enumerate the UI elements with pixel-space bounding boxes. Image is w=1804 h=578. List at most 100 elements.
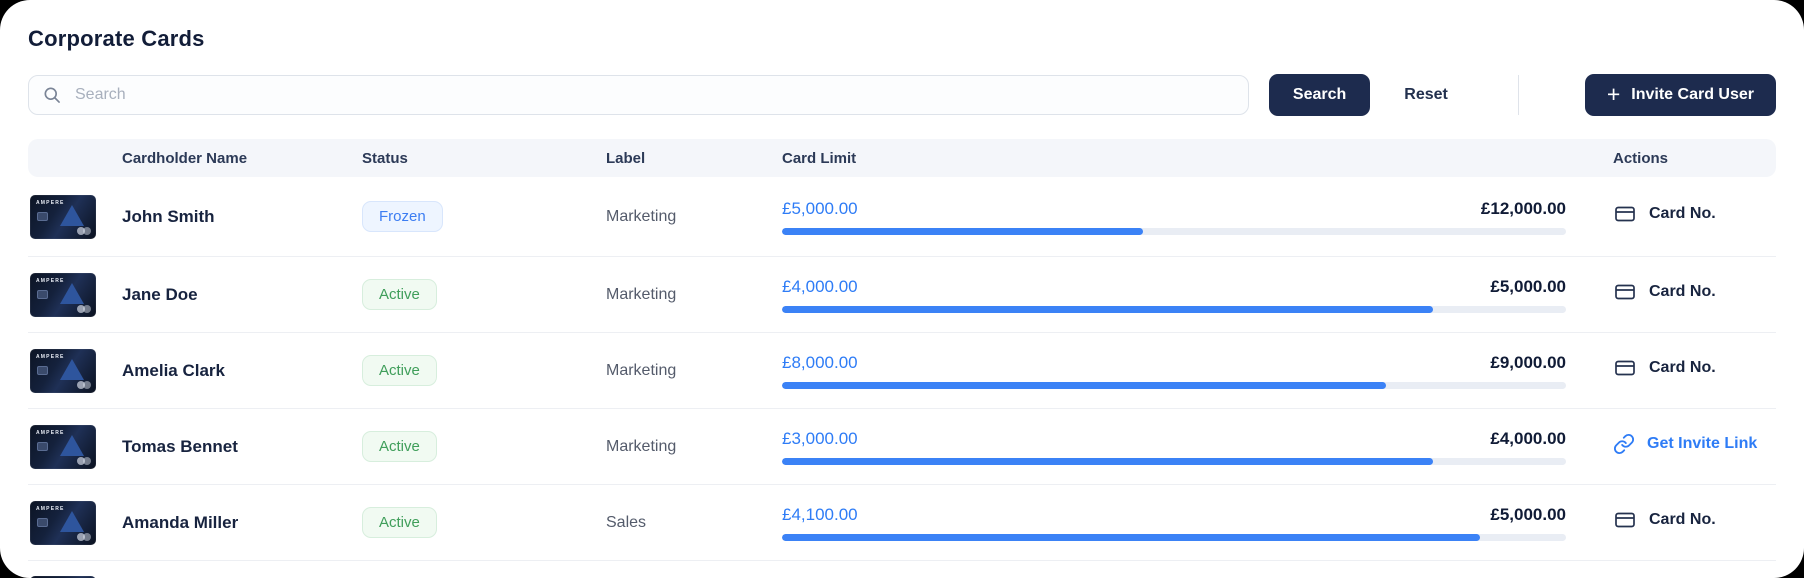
table-row: AMPERE Tomas Bennet Active Marketing £3,…	[28, 409, 1776, 485]
label-text: Marketing	[606, 286, 782, 304]
reset-button[interactable]: Reset	[1392, 74, 1460, 116]
table-row: AMPERE John Smith Frozen Marketing £5,00…	[28, 177, 1776, 257]
status-badge: Active	[362, 279, 437, 310]
card-logo-triangle	[60, 205, 84, 226]
row-action-label: Get Invite Link	[1647, 435, 1757, 453]
row-action-button[interactable]: Card No.	[1613, 202, 1716, 226]
credit-card-icon	[1613, 202, 1637, 226]
card-thumbnail: AMPERE	[30, 273, 96, 317]
card-limit-cell: £4,100.00 £5,000.00	[782, 505, 1566, 541]
card-network-logo	[77, 457, 91, 465]
limit-amounts: £4,100.00 £5,000.00	[782, 505, 1566, 525]
limit-progress-track	[782, 458, 1566, 465]
status-cell: Active	[362, 279, 606, 310]
limit-amounts: £5,000.00 £12,000.00	[782, 199, 1566, 219]
status-badge: Active	[362, 355, 437, 386]
limit-amounts: £4,000.00 £5,000.00	[782, 277, 1566, 297]
limit-progress-fill	[782, 306, 1433, 313]
card-network-logo	[77, 305, 91, 313]
amount-spent: £4,000.00	[782, 277, 858, 297]
credit-card-icon	[1613, 508, 1637, 532]
limit-progress-fill	[782, 534, 1480, 541]
status-badge: Frozen	[362, 201, 443, 232]
card-thumbnail-cell: AMPERE	[28, 501, 122, 545]
row-action-label: Card No.	[1649, 359, 1716, 377]
limit-progress-track	[782, 228, 1566, 235]
label-text: Sales	[606, 514, 782, 532]
row-action-button[interactable]: Card No.	[1613, 280, 1716, 304]
label-text: Marketing	[606, 208, 782, 226]
status-cell: Frozen	[362, 201, 606, 232]
row-action-label: Card No.	[1649, 205, 1716, 223]
limit-progress-fill	[782, 228, 1143, 235]
card-limit-amount: £5,000.00	[1490, 277, 1566, 297]
header-card-limit: Card Limit	[782, 150, 1566, 167]
search-input[interactable]	[28, 75, 1249, 115]
card-chip	[37, 366, 48, 375]
card-network-logo	[77, 227, 91, 235]
invite-link-icon	[1613, 433, 1635, 455]
card-logo-triangle	[60, 511, 84, 532]
page-title: Corporate Cards	[28, 0, 1776, 52]
row-action-button[interactable]: Card No.	[1613, 508, 1716, 532]
table-row: AMPERE Jane Doe Active Marketing £4,000.…	[28, 257, 1776, 333]
cardholder-name: Amanda Miller	[122, 513, 362, 533]
amount-spent: £3,000.00	[782, 429, 858, 449]
limit-progress-fill	[782, 382, 1386, 389]
card-logo-triangle	[60, 359, 84, 380]
credit-card-icon	[1613, 356, 1637, 380]
card-chip	[37, 212, 48, 221]
card-limit-amount: £12,000.00	[1481, 199, 1566, 219]
limit-amounts: £3,000.00 £4,000.00	[782, 429, 1566, 449]
table-header-row: Cardholder Name Status Label Card Limit …	[28, 139, 1776, 177]
card-logo-triangle	[60, 435, 84, 456]
card-thumbnail: AMPERE	[30, 501, 96, 545]
row-action-label: Card No.	[1649, 283, 1716, 301]
actions-cell: Card No.	[1566, 280, 1776, 309]
actions-cell: Card No.	[1566, 202, 1776, 231]
card-thumbnail: AMPERE	[30, 349, 96, 393]
card-chip	[37, 290, 48, 299]
label-text: Marketing	[606, 438, 782, 456]
limit-progress-fill	[782, 458, 1433, 465]
table-body: AMPERE John Smith Frozen Marketing £5,00…	[28, 177, 1776, 561]
card-thumbnail-cell: AMPERE	[28, 195, 122, 239]
card-chip	[37, 442, 48, 451]
card-network-logo	[77, 533, 91, 541]
search-field-wrap	[28, 75, 1249, 115]
actions-cell: Get Invite Link	[1566, 433, 1776, 460]
header-label: Label	[606, 150, 782, 167]
card-thumbnail: AMPERE	[30, 425, 96, 469]
amount-spent: £4,100.00	[782, 505, 858, 525]
search-icon	[42, 85, 62, 105]
row-action-button[interactable]: Get Invite Link	[1613, 433, 1757, 455]
table-row-partial: AMPERE	[28, 561, 1776, 578]
credit-card-icon	[1613, 280, 1637, 304]
amount-spent: £8,000.00	[782, 353, 858, 373]
card-limit-cell: £8,000.00 £9,000.00	[782, 353, 1566, 389]
card-thumbnail-cell: AMPERE	[28, 349, 122, 393]
status-cell: Active	[362, 431, 606, 462]
cardholder-name: Jane Doe	[122, 285, 362, 305]
card-thumbnail: AMPERE	[30, 195, 96, 239]
amount-spent: £5,000.00	[782, 199, 858, 219]
cardholder-name: Amelia Clark	[122, 361, 362, 381]
card-limit-cell: £5,000.00 £12,000.00	[782, 199, 1566, 235]
header-status: Status	[362, 150, 606, 167]
card-logo-triangle	[60, 283, 84, 304]
status-cell: Active	[362, 355, 606, 386]
search-button[interactable]: Search	[1269, 74, 1370, 116]
actions-cell: Card No.	[1566, 508, 1776, 537]
status-badge: Active	[362, 431, 437, 462]
row-action-button[interactable]: Card No.	[1613, 356, 1716, 380]
cardholder-name: Tomas Bennet	[122, 437, 362, 457]
invite-card-user-button[interactable]: + Invite Card User	[1585, 74, 1776, 116]
card-limit-amount: £4,000.00	[1490, 429, 1566, 449]
card-limit-cell: £3,000.00 £4,000.00	[782, 429, 1566, 465]
table-row: AMPERE Amelia Clark Active Marketing £8,…	[28, 333, 1776, 409]
header-actions: Actions	[1566, 150, 1776, 167]
table-row: AMPERE Amanda Miller Active Sales £4,100…	[28, 485, 1776, 561]
card-network-logo	[77, 381, 91, 389]
status-badge: Active	[362, 507, 437, 538]
limit-progress-track	[782, 382, 1566, 389]
